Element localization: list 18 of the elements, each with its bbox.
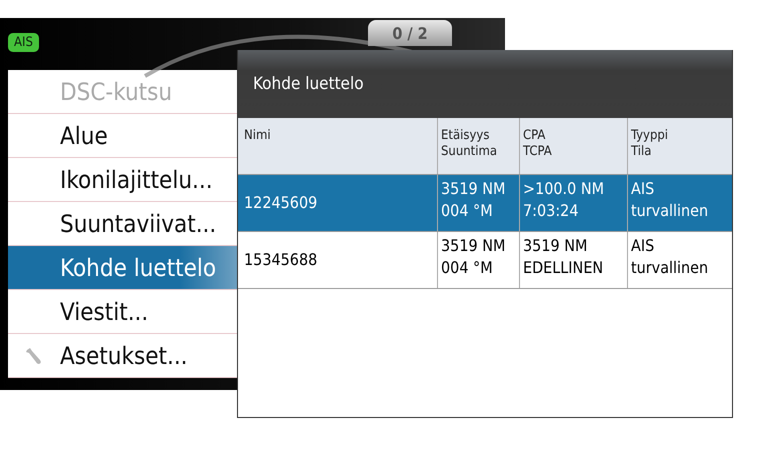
status-badge: AIS	[8, 32, 39, 52]
table-cell: 3519 NM EDELLINEN	[519, 232, 627, 288]
table-row[interactable]: 12245609 3519 NM 004 °M >100.0 NM 7:03:24 AIS turvallinen	[238, 175, 732, 232]
page-counter: 0 / 2	[368, 20, 452, 46]
column-header: Nimi	[243, 127, 272, 145]
column-header: CPA TCPA	[519, 118, 627, 174]
table-cell: >100.0 NM 7:03:24	[519, 175, 627, 231]
table-cell: AIS turvallinen	[627, 232, 732, 288]
column-header: Etäisyys Suuntima	[437, 118, 519, 174]
menu-item[interactable]: Kohde luettelo	[8, 246, 237, 290]
dialog-title: Kohde luettelo	[253, 74, 364, 94]
table-cell: 3519 NM 004 °M	[437, 232, 519, 288]
column-header: Tyyppi Tila	[627, 118, 732, 174]
table-cell: AIS turvallinen	[627, 175, 732, 231]
table-cell: 3519 NM 004 °M	[437, 175, 519, 231]
table-cell-text: 15345688	[243, 249, 318, 271]
table-row[interactable]: 15345688 3519 NM 004 °M 3519 NM EDELLINEN AIS turvallinen	[238, 232, 732, 289]
table-cell-text: 12245609	[243, 192, 318, 214]
